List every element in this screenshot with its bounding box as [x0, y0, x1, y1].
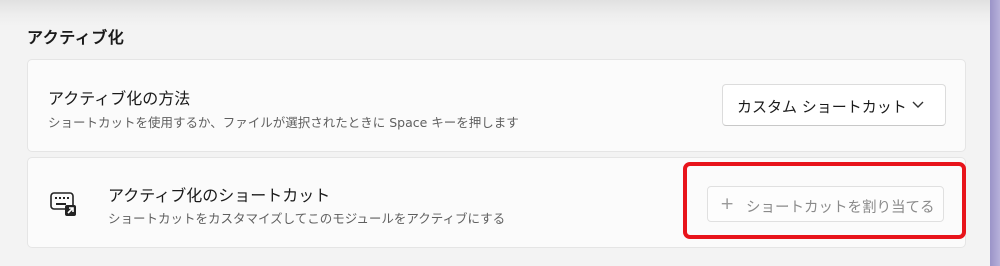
- plus-icon: +: [720, 194, 735, 214]
- section-heading: アクティブ化: [27, 28, 125, 47]
- activation-shortcut-card: アクティブ化のショートカット ショートカットをカスタマイズしてこのモジュールをア…: [27, 157, 966, 248]
- assign-shortcut-button[interactable]: + ショートカットを割り当てる: [707, 186, 944, 222]
- activation-method-card: アクティブ化の方法 ショートカットを使用するか、ファイルが選択されたときに Sp…: [27, 59, 966, 152]
- keyboard-shortcut-icon: [50, 192, 76, 216]
- header-shadow: [0, 0, 1000, 26]
- activation-method-description: ショートカットを使用するか、ファイルが選択されたときに Space キーを押しま…: [48, 115, 519, 130]
- activation-shortcut-title: アクティブ化のショートカット: [108, 186, 331, 205]
- activation-shortcut-description: ショートカットをカスタマイズしてこのモジュールをアクティブにする: [108, 211, 506, 226]
- assign-shortcut-label: ショートカットを割り当てる: [746, 200, 935, 216]
- activation-method-title: アクティブ化の方法: [48, 89, 191, 108]
- dropdown-selected-value: カスタム ショートカット: [737, 98, 907, 116]
- chevron-down-icon: [912, 101, 924, 108]
- window-accent-edge: [990, 0, 1000, 266]
- activation-method-dropdown[interactable]: カスタム ショートカット: [722, 84, 946, 126]
